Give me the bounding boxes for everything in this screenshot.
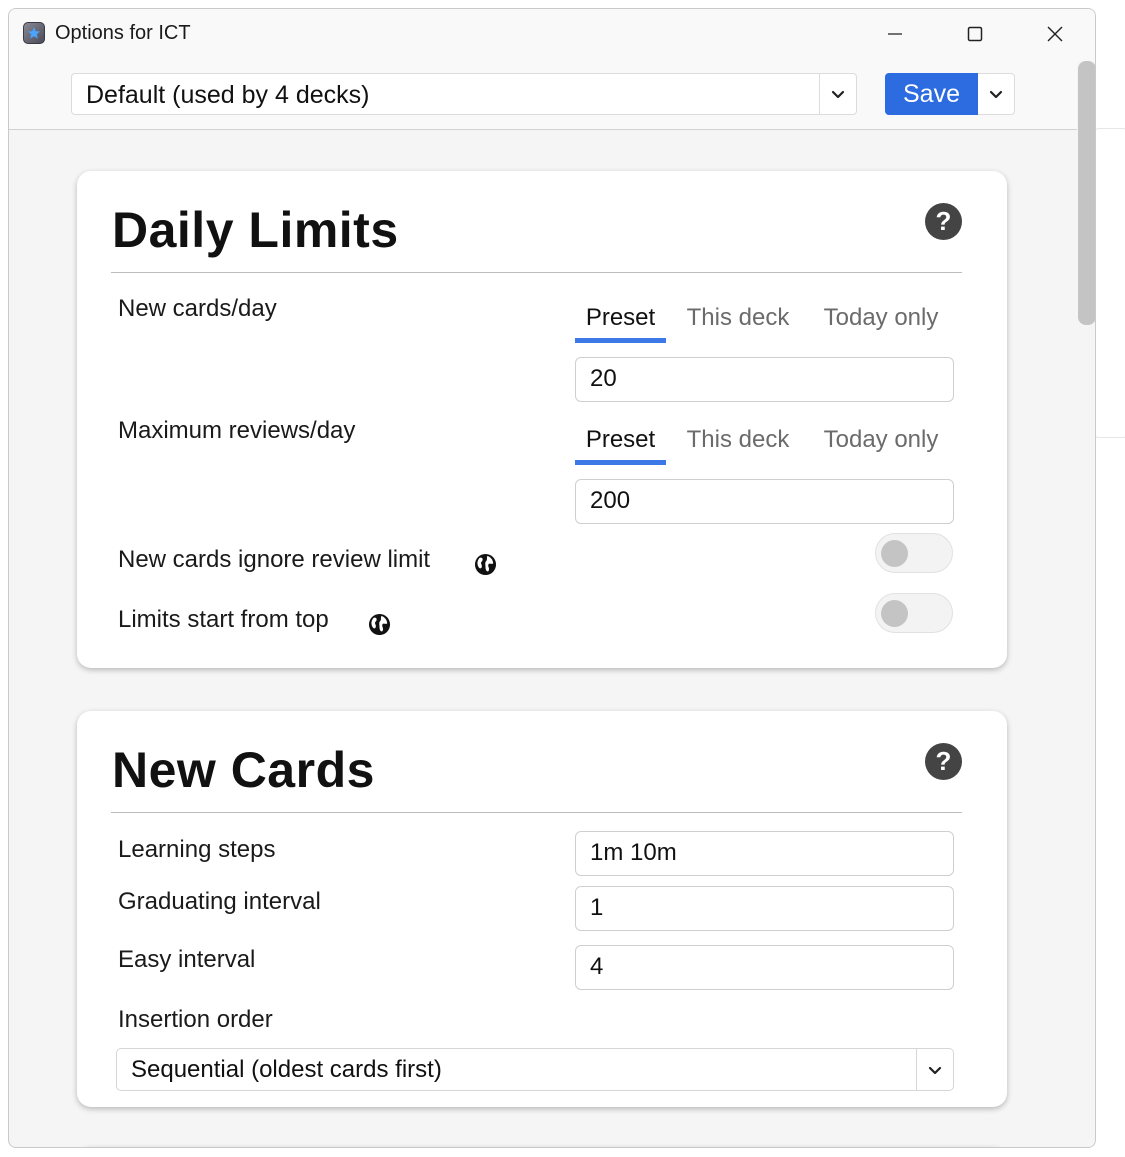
tab-preset[interactable]: Preset	[575, 423, 666, 465]
tab-preset[interactable]: Preset	[575, 301, 666, 343]
tab-today-only[interactable]: Today only	[816, 423, 946, 465]
insertion-order-value: Sequential (oldest cards first)	[131, 1056, 442, 1083]
window-title: Options for ICT	[55, 22, 191, 44]
close-button[interactable]	[1019, 9, 1091, 59]
new-cards-tabs: Preset This deck Today only	[575, 301, 955, 343]
preset-select[interactable]: Default (used by 4 decks)	[71, 73, 857, 115]
globe-icon	[368, 613, 391, 636]
learning-steps-input[interactable]: 1m 10m	[575, 831, 954, 876]
next-section-card	[77, 1147, 1007, 1148]
help-icon[interactable]: ?	[925, 743, 962, 780]
new-cards-per-day-label: New cards/day	[118, 295, 277, 322]
toggle-knob	[881, 540, 908, 567]
section-title: Daily Limits	[112, 202, 399, 258]
save-menu-button[interactable]	[978, 73, 1015, 115]
scrollbar-thumb[interactable]	[1078, 61, 1095, 325]
max-reviews-per-day-label: Maximum reviews/day	[118, 417, 356, 444]
preset-toolbar: Default (used by 4 decks) Save	[9, 61, 1095, 130]
vertical-scrollbar[interactable]	[1077, 61, 1095, 1147]
app-star-icon	[23, 22, 45, 44]
easy-interval-label: Easy interval	[118, 946, 256, 973]
save-button[interactable]: Save	[885, 73, 978, 115]
new-cards-section: New Cards ? Learning steps 1m 10m Gradua…	[77, 711, 1007, 1107]
chevron-down-icon[interactable]	[819, 74, 856, 114]
tab-today-only[interactable]: Today only	[816, 301, 946, 343]
help-icon[interactable]: ?	[925, 203, 962, 240]
title-bar: Options for ICT	[9, 9, 1095, 61]
chevron-down-icon	[989, 90, 1003, 99]
easy-interval-input[interactable]: 4	[575, 945, 954, 990]
graduating-interval-label: Graduating interval	[118, 888, 321, 915]
limits-start-top-toggle[interactable]	[875, 593, 953, 633]
ignore-review-limit-label: New cards ignore review limit	[118, 546, 431, 573]
tab-this-deck[interactable]: This deck	[681, 423, 795, 465]
new-cards-per-day-input[interactable]: 20	[575, 357, 954, 402]
maximize-button[interactable]	[939, 9, 1011, 59]
section-title: New Cards	[112, 742, 375, 798]
insertion-order-select[interactable]: Sequential (oldest cards first)	[116, 1048, 954, 1091]
chevron-down-icon[interactable]	[916, 1049, 953, 1090]
learning-steps-label: Learning steps	[118, 836, 276, 863]
max-reviews-tabs: Preset This deck Today only	[575, 423, 955, 465]
daily-limits-section: Daily Limits ? New cards/day Preset This…	[77, 171, 1007, 668]
section-divider	[111, 812, 962, 813]
insertion-order-label: Insertion order	[118, 1006, 273, 1033]
max-reviews-per-day-input[interactable]: 200	[575, 479, 954, 524]
globe-icon	[474, 553, 497, 576]
minimize-button[interactable]	[859, 9, 931, 59]
section-divider	[111, 272, 962, 273]
minimize-icon	[888, 33, 902, 35]
ignore-review-limit-toggle[interactable]	[875, 533, 953, 573]
toggle-knob	[881, 600, 908, 627]
preset-select-value: Default (used by 4 decks)	[86, 81, 370, 109]
close-icon	[1047, 26, 1063, 42]
graduating-interval-input[interactable]: 1	[575, 886, 954, 931]
tab-this-deck[interactable]: This deck	[681, 301, 795, 343]
options-window: Options for ICT Default (used by 4 decks…	[8, 8, 1096, 1148]
maximize-icon	[967, 26, 983, 42]
limits-start-top-label: Limits start from top	[118, 606, 329, 633]
